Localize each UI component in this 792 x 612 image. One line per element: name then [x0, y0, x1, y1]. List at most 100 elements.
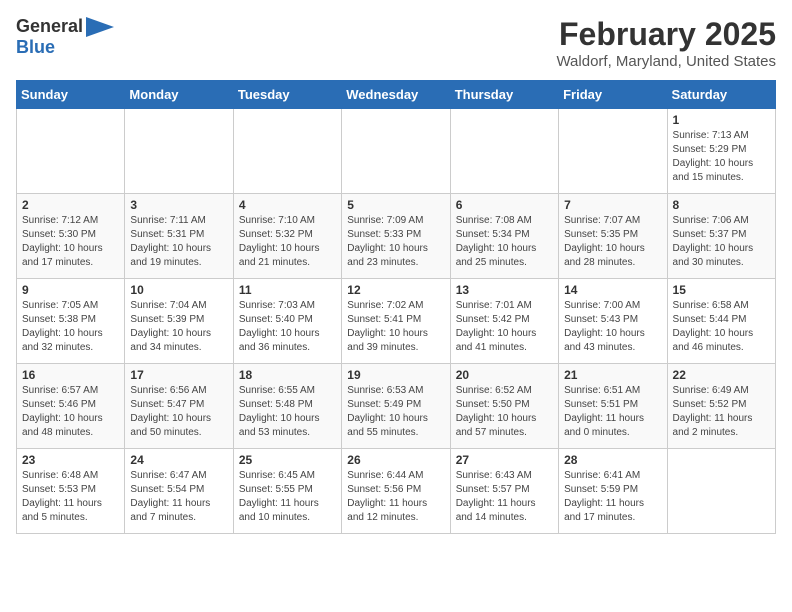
logo: General Blue [16, 16, 114, 58]
logo-flag-icon [86, 17, 114, 37]
day-info: Sunrise: 6:57 AM Sunset: 5:46 PM Dayligh… [22, 384, 119, 440]
week-row-4: 16 Sunrise: 6:57 AM Sunset: 5:46 PM Dayli… [17, 364, 776, 449]
calendar-cell-w5d6: 28Sunrise: 6:41 AM Sunset: 5:59 PM Dayli… [559, 449, 667, 534]
day-info: Sunrise: 7:00 AM Sunset: 5:43 PM Dayligh… [564, 299, 661, 355]
day-number: 7 [564, 198, 661, 212]
day-info: Sunrise: 6:51 AM Sunset: 5:51 PM Dayligh… [564, 384, 661, 440]
week-row-3: 9 Sunrise: 7:05 AM Sunset: 5:38 PM Daylig… [17, 279, 776, 364]
calendar-cell-w1d1 [17, 109, 125, 194]
title-area: February 2025 Waldorf, Maryland, United … [556, 16, 776, 70]
calendar-cell-w2d5: 6 Sunrise: 7:08 AM Sunset: 5:34 PM Daylig… [450, 194, 558, 279]
calendar-cell-w3d5: 13 Sunrise: 7:01 AM Sunset: 5:42 PM Dayli… [450, 279, 558, 364]
day-number: 10 [130, 283, 227, 297]
day-number: 24 [130, 453, 227, 467]
day-number: 8 [673, 198, 770, 212]
day-info: Sunrise: 7:11 AM Sunset: 5:31 PM Dayligh… [130, 214, 227, 270]
header-sunday: Sunday [17, 81, 125, 109]
calendar-cell-w1d3 [233, 109, 341, 194]
day-info: Sunrise: 7:01 AM Sunset: 5:42 PM Dayligh… [456, 299, 553, 355]
day-number: 18 [239, 368, 336, 382]
day-info: Sunrise: 6:48 AM Sunset: 5:53 PM Dayligh… [22, 469, 119, 525]
day-info: Sunrise: 7:05 AM Sunset: 5:38 PM Dayligh… [22, 299, 119, 355]
header-wednesday: Wednesday [342, 81, 450, 109]
header-saturday: Saturday [667, 81, 775, 109]
day-number: 22 [673, 368, 770, 382]
day-info: Sunrise: 6:43 AM Sunset: 5:57 PM Dayligh… [456, 469, 553, 525]
calendar-cell-w2d7: 8 Sunrise: 7:06 AM Sunset: 5:37 PM Daylig… [667, 194, 775, 279]
calendar-cell-w3d4: 12Sunrise: 7:02 AM Sunset: 5:41 PM Dayli… [342, 279, 450, 364]
day-info: Sunrise: 6:58 AM Sunset: 5:44 PM Dayligh… [673, 299, 770, 355]
day-info: Sunrise: 6:41 AM Sunset: 5:59 PM Dayligh… [564, 469, 661, 525]
logo-text: General [16, 16, 83, 37]
day-number: 26 [347, 453, 444, 467]
day-number: 13 [456, 283, 553, 297]
calendar-cell-w2d4: 5 Sunrise: 7:09 AM Sunset: 5:33 PM Daylig… [342, 194, 450, 279]
day-info: Sunrise: 7:04 AM Sunset: 5:39 PM Dayligh… [130, 299, 227, 355]
day-number: 5 [347, 198, 444, 212]
week-row-5: 23 Sunrise: 6:48 AM Sunset: 5:53 PM Dayli… [17, 449, 776, 534]
week-row-1: 1Sunrise: 7:13 AM Sunset: 5:29 PM Daylig… [17, 109, 776, 194]
day-info: Sunrise: 7:03 AM Sunset: 5:40 PM Dayligh… [239, 299, 336, 355]
day-info: Sunrise: 6:45 AM Sunset: 5:55 PM Dayligh… [239, 469, 336, 525]
day-info: Sunrise: 6:56 AM Sunset: 5:47 PM Dayligh… [130, 384, 227, 440]
calendar-header-row: Sunday Monday Tuesday Wednesday Thursday… [17, 81, 776, 109]
calendar-cell-w3d3: 11 Sunrise: 7:03 AM Sunset: 5:40 PM Dayli… [233, 279, 341, 364]
calendar-cell-w2d2: 3 Sunrise: 7:11 AM Sunset: 5:31 PM Daylig… [125, 194, 233, 279]
header-thursday: Thursday [450, 81, 558, 109]
page-header: General Blue February 2025 Waldorf, Mary… [16, 16, 776, 70]
page-subtitle: Waldorf, Maryland, United States [556, 53, 776, 70]
day-number: 25 [239, 453, 336, 467]
calendar-cell-w4d2: 17 Sunrise: 6:56 AM Sunset: 5:47 PM Dayli… [125, 364, 233, 449]
calendar-cell-w4d4: 19Sunrise: 6:53 AM Sunset: 5:49 PM Dayli… [342, 364, 450, 449]
day-number: 11 [239, 283, 336, 297]
calendar-cell-w1d7: 1Sunrise: 7:13 AM Sunset: 5:29 PM Daylig… [667, 109, 775, 194]
day-number: 16 [22, 368, 119, 382]
calendar-cell-w1d6 [559, 109, 667, 194]
calendar-cell-w5d3: 25 Sunrise: 6:45 AM Sunset: 5:55 PM Dayli… [233, 449, 341, 534]
calendar-cell-w4d5: 20 Sunrise: 6:52 AM Sunset: 5:50 PM Dayli… [450, 364, 558, 449]
day-number: 15 [673, 283, 770, 297]
logo-blue-text: Blue [16, 37, 55, 58]
calendar-cell-w3d1: 9 Sunrise: 7:05 AM Sunset: 5:38 PM Daylig… [17, 279, 125, 364]
calendar-cell-w5d5: 27 Sunrise: 6:43 AM Sunset: 5:57 PM Dayli… [450, 449, 558, 534]
calendar-cell-w2d1: 2Sunrise: 7:12 AM Sunset: 5:30 PM Daylig… [17, 194, 125, 279]
day-info: Sunrise: 6:55 AM Sunset: 5:48 PM Dayligh… [239, 384, 336, 440]
calendar-cell-w3d7: 15 Sunrise: 6:58 AM Sunset: 5:44 PM Dayli… [667, 279, 775, 364]
day-info: Sunrise: 7:10 AM Sunset: 5:32 PM Dayligh… [239, 214, 336, 270]
header-monday: Monday [125, 81, 233, 109]
page-title: February 2025 [556, 16, 776, 53]
day-number: 3 [130, 198, 227, 212]
calendar-cell-w5d4: 26Sunrise: 6:44 AM Sunset: 5:56 PM Dayli… [342, 449, 450, 534]
calendar-cell-w4d1: 16 Sunrise: 6:57 AM Sunset: 5:46 PM Dayli… [17, 364, 125, 449]
calendar-cell-w1d5 [450, 109, 558, 194]
calendar-cell-w1d4 [342, 109, 450, 194]
day-number: 27 [456, 453, 553, 467]
day-number: 20 [456, 368, 553, 382]
day-info: Sunrise: 6:49 AM Sunset: 5:52 PM Dayligh… [673, 384, 770, 440]
calendar-cell-w2d3: 4 Sunrise: 7:10 AM Sunset: 5:32 PM Daylig… [233, 194, 341, 279]
calendar-cell-w5d7 [667, 449, 775, 534]
day-number: 17 [130, 368, 227, 382]
day-info: Sunrise: 7:09 AM Sunset: 5:33 PM Dayligh… [347, 214, 444, 270]
calendar-cell-w3d2: 10 Sunrise: 7:04 AM Sunset: 5:39 PM Dayli… [125, 279, 233, 364]
header-tuesday: Tuesday [233, 81, 341, 109]
day-info: Sunrise: 6:52 AM Sunset: 5:50 PM Dayligh… [456, 384, 553, 440]
day-number: 6 [456, 198, 553, 212]
day-number: 23 [22, 453, 119, 467]
day-info: Sunrise: 7:07 AM Sunset: 5:35 PM Dayligh… [564, 214, 661, 270]
day-info: Sunrise: 7:06 AM Sunset: 5:37 PM Dayligh… [673, 214, 770, 270]
calendar-cell-w1d2 [125, 109, 233, 194]
calendar-cell-w5d2: 24Sunrise: 6:47 AM Sunset: 5:54 PM Dayli… [125, 449, 233, 534]
calendar-cell-w4d6: 21Sunrise: 6:51 AM Sunset: 5:51 PM Dayli… [559, 364, 667, 449]
day-info: Sunrise: 7:12 AM Sunset: 5:30 PM Dayligh… [22, 214, 119, 270]
calendar-cell-w2d6: 7 Sunrise: 7:07 AM Sunset: 5:35 PM Daylig… [559, 194, 667, 279]
week-row-2: 2Sunrise: 7:12 AM Sunset: 5:30 PM Daylig… [17, 194, 776, 279]
day-info: Sunrise: 6:53 AM Sunset: 5:49 PM Dayligh… [347, 384, 444, 440]
day-number: 4 [239, 198, 336, 212]
calendar-cell-w4d7: 22 Sunrise: 6:49 AM Sunset: 5:52 PM Dayli… [667, 364, 775, 449]
day-info: Sunrise: 7:08 AM Sunset: 5:34 PM Dayligh… [456, 214, 553, 270]
header-friday: Friday [559, 81, 667, 109]
day-number: 12 [347, 283, 444, 297]
calendar-cell-w3d6: 14Sunrise: 7:00 AM Sunset: 5:43 PM Dayli… [559, 279, 667, 364]
day-number: 9 [22, 283, 119, 297]
